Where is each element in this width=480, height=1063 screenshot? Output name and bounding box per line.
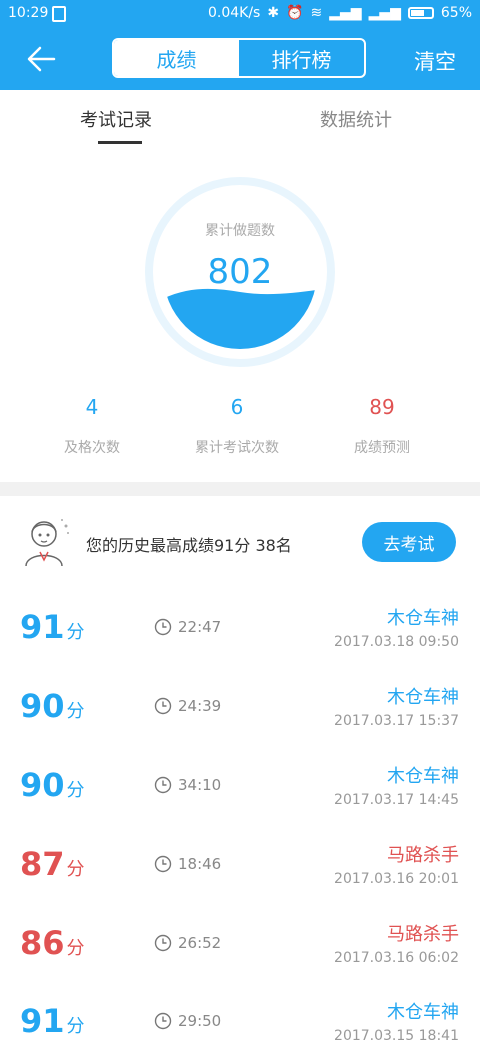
record-duration: 26:52 (154, 934, 221, 952)
stat-pass-count: 4 及格次数 (12, 395, 172, 457)
gauge-label: 累计做题数 (205, 223, 275, 239)
record-score: 86 分 (20, 924, 85, 962)
record-nickname: 木仓车神 (387, 608, 459, 629)
record-date: 2017.03.17 15:37 (334, 713, 459, 729)
duration-text: 22:47 (178, 618, 222, 636)
section-divider (0, 482, 480, 496)
score-value: 91 (20, 1002, 65, 1040)
duration-text: 18:46 (178, 855, 222, 873)
duration-text: 29:50 (178, 1012, 222, 1030)
clock-icon (154, 934, 172, 952)
record-date: 2017.03.16 06:02 (334, 950, 459, 966)
score-unit: 分 (66, 701, 85, 722)
duration-text: 34:10 (178, 776, 222, 794)
record-score: 87 分 (20, 845, 85, 883)
signal-icon-2: ▂▄▆ (368, 5, 401, 21)
duration-text: 26:52 (178, 934, 222, 952)
score-value: 87 (20, 845, 65, 883)
record-row[interactable]: 90 分 24:39 木仓车神 2017.03.17 15:37 (0, 669, 480, 748)
stat-value: 4 (85, 395, 99, 419)
segment-control: 成绩 排行榜 (112, 38, 366, 78)
score-unit: 分 (66, 859, 85, 880)
record-nickname: 木仓车神 (387, 1002, 459, 1023)
record-date: 2017.03.18 09:50 (334, 634, 459, 650)
gauge-value: 802 (207, 252, 273, 292)
tab-ranking[interactable]: 排行榜 (239, 40, 364, 76)
record-row[interactable]: 90 分 34:10 木仓车神 2017.03.17 14:45 (0, 748, 480, 827)
score-value: 90 (20, 687, 65, 725)
record-duration: 22:47 (154, 618, 221, 636)
record-row[interactable]: 87 分 18:46 马路杀手 2017.03.16 20:01 (0, 827, 480, 906)
record-row[interactable]: 91 分 22:47 木仓车神 2017.03.18 09:50 (0, 590, 480, 669)
record-score: 90 分 (20, 687, 85, 725)
record-score: 90 分 (20, 766, 85, 804)
bluetooth-icon: ✱ (267, 5, 280, 21)
record-row[interactable]: 91 分 29:50 木仓车神 2017.03.15 18:41 (0, 984, 480, 1063)
sub-tabs: 考试记录 数据统计 (0, 90, 480, 146)
status-right: 0.04K/s ✱ ⏰ ≋ ▂▄▆ ▂▄▆ 65% (208, 5, 472, 21)
sim-card-icon (52, 6, 66, 22)
clock-icon (154, 776, 172, 794)
network-speed: 0.04K/s (207, 5, 261, 21)
clock-icon (154, 618, 172, 636)
score-value: 91 (20, 608, 65, 646)
record-duration: 29:50 (154, 1012, 221, 1030)
record-date: 2017.03.15 18:41 (334, 1028, 459, 1044)
record-score: 91 分 (20, 608, 85, 646)
avatar-icon (25, 519, 69, 567)
stat-label: 累计考试次数 (195, 440, 279, 456)
status-bar: 10:29 0.04K/s ✱ ⏰ ≋ ▂▄▆ ▂▄▆ 65% (0, 0, 480, 28)
stat-exam-count: 6 累计考试次数 (157, 395, 317, 457)
alarm-icon: ⏰ (286, 5, 304, 21)
record-nickname: 马路杀手 (387, 845, 459, 866)
stat-value: 6 (230, 395, 244, 419)
best-score-row: 您的历史最高成绩91分 38名 去考试 (0, 508, 480, 576)
clock-icon (154, 697, 172, 715)
battery-percent: 65% (440, 5, 472, 21)
record-duration: 24:39 (154, 697, 221, 715)
record-nickname: 木仓车神 (387, 766, 459, 787)
record-duration: 34:10 (154, 776, 221, 794)
signal-icon: ▂▄▆ (329, 5, 362, 21)
tab-scores[interactable]: 成绩 (114, 40, 239, 76)
score-value: 86 (20, 924, 65, 962)
tab-underline (98, 141, 142, 144)
status-time: 10:29 (8, 5, 49, 21)
battery-icon (407, 7, 434, 19)
wifi-icon: ≋ (310, 5, 323, 21)
score-value: 90 (20, 766, 65, 804)
best-score-text: 您的历史最高成绩91分 38名 (86, 536, 292, 555)
back-arrow-icon (27, 46, 56, 72)
record-date: 2017.03.17 14:45 (334, 792, 459, 808)
tab-data-stats[interactable]: 数据统计 (320, 106, 392, 132)
record-nickname: 马路杀手 (387, 924, 459, 945)
battery-fill (410, 10, 424, 16)
score-unit: 分 (66, 780, 85, 801)
score-unit: 分 (66, 938, 85, 959)
record-score: 91 分 (20, 1002, 85, 1040)
duration-text: 24:39 (178, 697, 222, 715)
record-duration: 18:46 (154, 855, 221, 873)
stat-score-prediction: 89 成绩预测 (302, 395, 462, 457)
score-unit: 分 (66, 622, 85, 643)
record-date: 2017.03.16 20:01 (334, 871, 459, 887)
top-header: 成绩 排行榜 清空 (0, 28, 480, 90)
stat-label: 及格次数 (64, 440, 120, 456)
record-row[interactable]: 86 分 26:52 马路杀手 2017.03.16 06:02 (0, 906, 480, 985)
clock-icon (154, 1012, 172, 1030)
clock-icon (154, 855, 172, 873)
record-nickname: 木仓车神 (387, 687, 459, 708)
take-exam-button[interactable]: 去考试 (362, 522, 456, 562)
back-button[interactable] (24, 42, 60, 76)
stat-label: 成绩预测 (354, 440, 410, 456)
score-unit: 分 (66, 1016, 85, 1037)
tab-exam-records[interactable]: 考试记录 (80, 106, 152, 132)
stat-value: 89 (369, 395, 395, 419)
clear-button[interactable]: 清空 (414, 46, 456, 76)
